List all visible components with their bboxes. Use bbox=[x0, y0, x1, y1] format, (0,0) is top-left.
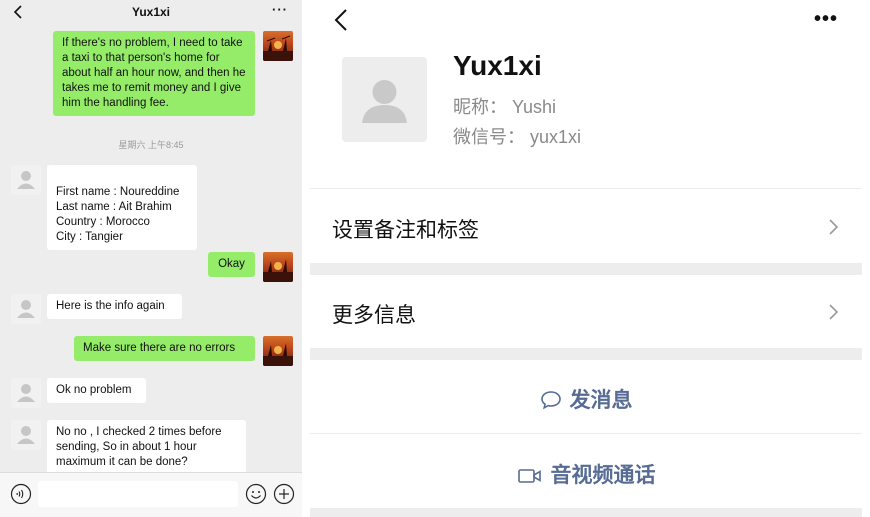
video-camera-icon bbox=[517, 469, 541, 483]
chat-title: Yux1xi bbox=[131, 5, 171, 19]
my-avatar[interactable] bbox=[263, 336, 293, 366]
more-info-label: 更多信息 bbox=[332, 304, 416, 327]
message-text: If there's no problem, I need to take a … bbox=[62, 37, 246, 109]
chat-input-bar bbox=[0, 472, 302, 517]
profile-name: Yux1xi bbox=[453, 50, 542, 81]
chevron-right-icon bbox=[829, 304, 839, 320]
more-dots-icon[interactable]: ··· bbox=[272, 2, 288, 17]
time-separator: 星期六 上午8:45 bbox=[118, 140, 184, 150]
contact-avatar[interactable] bbox=[11, 294, 41, 324]
more-info-row[interactable]: 更多信息 bbox=[310, 275, 862, 347]
contact-avatar[interactable] bbox=[11, 420, 41, 450]
section-gap bbox=[310, 263, 862, 275]
chat-panel: Yux1xi ··· If there's no problem, I need… bbox=[0, 0, 302, 517]
chevron-right-icon bbox=[829, 219, 839, 235]
message-text: No no , I checked 2 times before sending… bbox=[56, 426, 222, 468]
profile-panel: ••• Yux1xi 昵称： Yushi 微信号： yux1xi 设置备注和标签… bbox=[310, 0, 862, 517]
message-bubble-sent[interactable]: Okay bbox=[208, 252, 255, 277]
section-gap bbox=[310, 348, 862, 360]
profile-avatar[interactable] bbox=[342, 57, 427, 142]
section-gap bbox=[310, 508, 862, 517]
default-avatar-icon bbox=[362, 80, 407, 123]
message-input[interactable] bbox=[38, 481, 238, 507]
message-bubble-received[interactable]: Here is the info again bbox=[47, 294, 182, 319]
plus-icon[interactable] bbox=[273, 483, 295, 505]
send-message-button[interactable]: 发消息 bbox=[310, 384, 862, 414]
chat-header: Yux1xi ··· bbox=[0, 0, 302, 26]
video-call-label: 音视频通话 bbox=[550, 464, 656, 487]
divider bbox=[310, 188, 862, 189]
message-text: Make sure there are no errors bbox=[83, 342, 236, 354]
message-text: Here is the info again bbox=[56, 300, 165, 312]
send-message-label: 发消息 bbox=[569, 389, 633, 412]
wechat-id-row: 微信号： yux1xi bbox=[453, 123, 581, 149]
emoji-icon[interactable] bbox=[245, 483, 267, 505]
my-avatar[interactable] bbox=[263, 31, 293, 61]
remark-and-tags-row[interactable]: 设置备注和标签 bbox=[310, 190, 862, 262]
divider bbox=[310, 433, 862, 434]
video-call-button[interactable]: 音视频通话 bbox=[310, 459, 862, 489]
message-text: First name : Noureddine Last name : Ait … bbox=[56, 186, 180, 243]
message-bubble-sent[interactable]: If there's no problem, I need to take a … bbox=[53, 31, 255, 116]
message-text: Ok no problem bbox=[56, 384, 132, 396]
back-chevron-icon[interactable] bbox=[332, 8, 352, 32]
message-bubble-sent[interactable]: Make sure there are no errors bbox=[74, 336, 255, 361]
wechat-id-label: 微信号： bbox=[453, 127, 525, 147]
message-bubble-received[interactable]: Ok no problem bbox=[47, 378, 146, 403]
message-text: Okay bbox=[218, 258, 245, 270]
contact-avatar[interactable] bbox=[11, 378, 41, 408]
nickname-row: 昵称： Yushi bbox=[453, 93, 556, 119]
my-avatar[interactable] bbox=[263, 252, 293, 282]
message-bubble-received[interactable]: First name : Noureddine Last name : Ait … bbox=[47, 165, 197, 250]
nickname-value: Yushi bbox=[512, 97, 557, 117]
wechat-id-value: yux1xi bbox=[530, 127, 582, 147]
more-dots-icon[interactable]: ••• bbox=[814, 8, 838, 31]
voice-icon[interactable] bbox=[10, 483, 32, 505]
nickname-label: 昵称： bbox=[453, 97, 507, 117]
message-bubble-received[interactable]: No no , I checked 2 times before sending… bbox=[47, 420, 246, 475]
chat-bubble-icon bbox=[540, 391, 561, 410]
remark-and-tags-label: 设置备注和标签 bbox=[332, 219, 479, 242]
contact-avatar[interactable] bbox=[11, 165, 41, 195]
